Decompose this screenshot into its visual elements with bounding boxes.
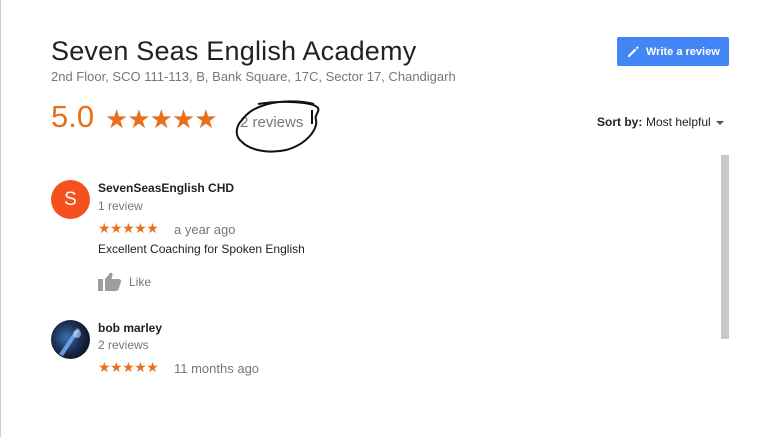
business-address: 2nd Floor, SCO 111-113, B, Bank Square, … [51,69,456,84]
reviewer-review-count: 1 review [98,199,143,213]
review-time: 11 months ago [174,361,260,376]
write-review-button[interactable]: Write a review [617,37,729,66]
review-time: a year ago [174,222,236,237]
sort-by-label: Sort by: [597,115,643,129]
avatar-photo-icon [59,328,81,356]
review-stars: ★★★★★ [98,220,159,236]
hand-drawn-circle [235,100,320,153]
sort-dropdown[interactable]: Most helpful [646,115,711,129]
review-stars: ★★★★★ [98,359,159,375]
like-button[interactable]: Like [98,272,151,291]
thumbs-up-icon [98,272,122,291]
avatar[interactable]: S [51,180,90,219]
reviewer-name[interactable]: bob marley [98,321,162,335]
business-name: Seven Seas English Academy [51,36,417,66]
rating-stars: ★★★★★ [105,104,218,134]
window-border [0,0,1,437]
caret-down-icon[interactable] [716,121,724,125]
review-text: Excellent Coaching for Spoken English [98,242,305,256]
avatar[interactable] [51,320,90,359]
reviewer-review-count: 2 reviews [98,338,149,352]
pencil-icon [628,45,639,57]
write-review-label: Write a review [646,45,720,58]
rating-value: 5.0 [51,99,95,134]
reviewer-name[interactable]: SevenSeasEnglish CHD [98,181,234,195]
like-label: Like [129,274,152,289]
scrollbar[interactable] [721,155,729,339]
